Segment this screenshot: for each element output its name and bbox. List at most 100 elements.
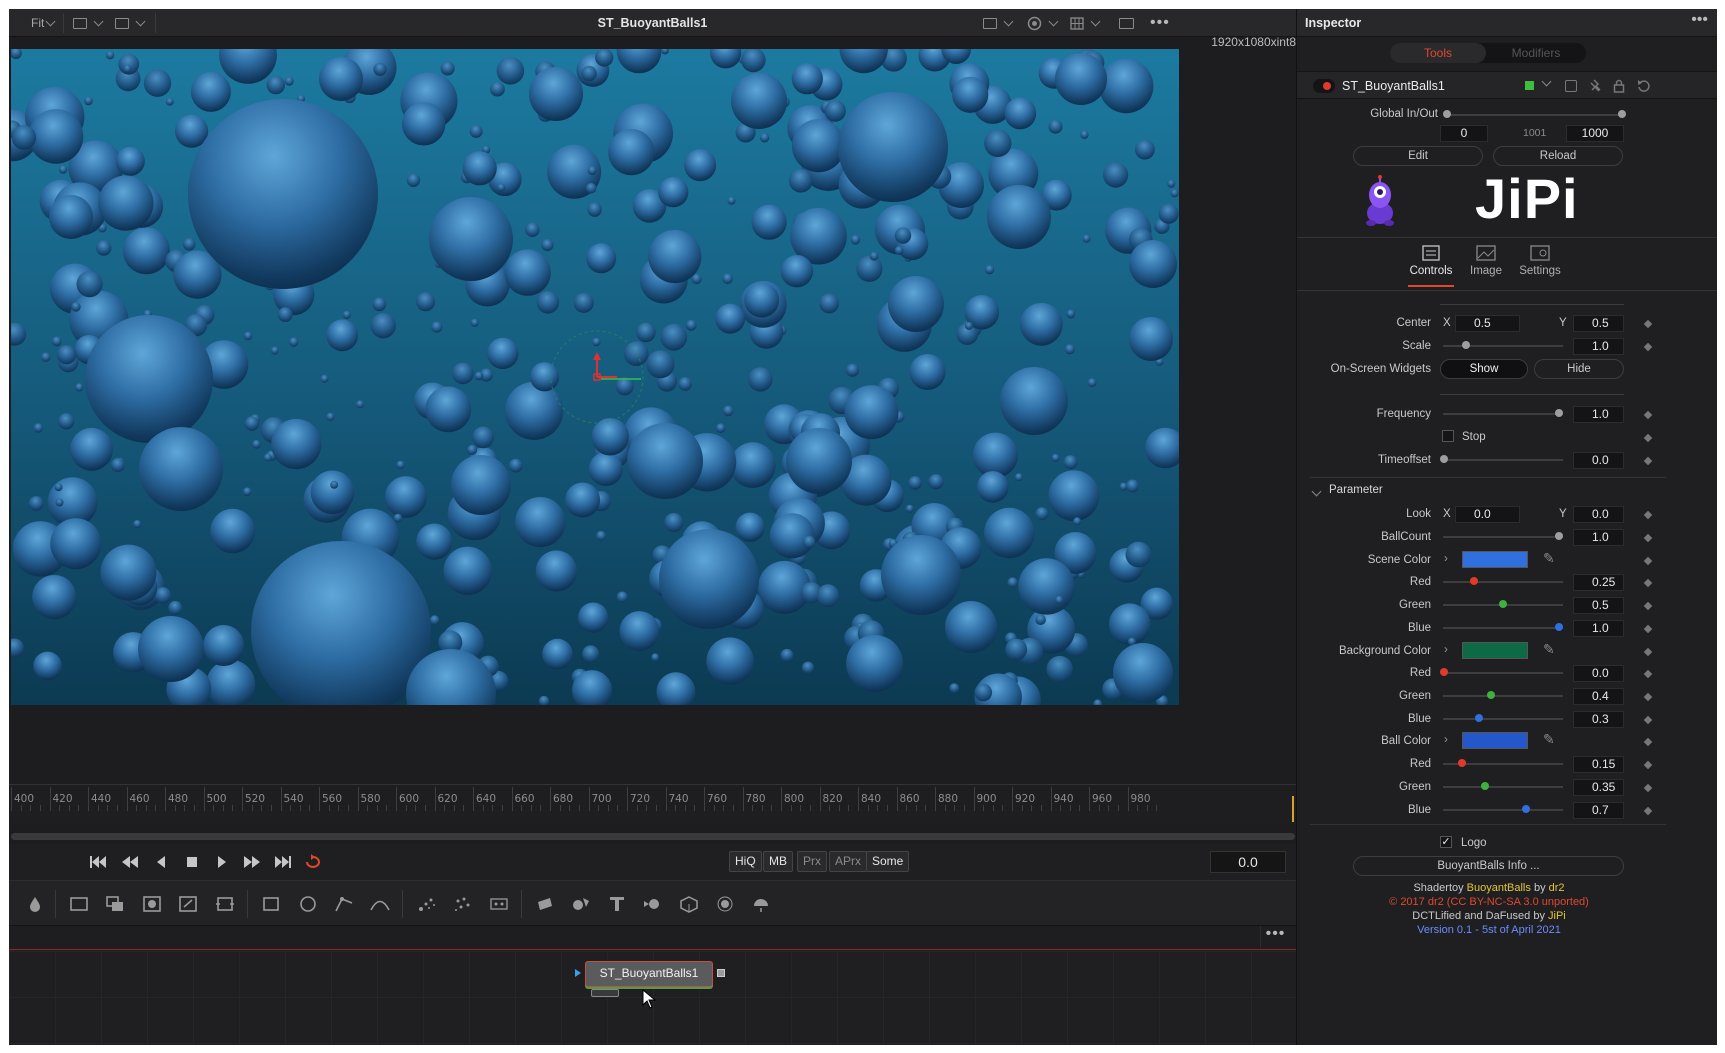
bspline-mask-icon[interactable] xyxy=(370,895,390,913)
keyframe-button[interactable] xyxy=(1643,578,1653,588)
ballcount-slider-knob[interactable] xyxy=(1555,532,1563,540)
eyedropper-icon[interactable]: ✎ xyxy=(1543,731,1555,748)
center-y-field[interactable]: 0.5 xyxy=(1573,315,1624,332)
hiq-toggle[interactable]: HiQ xyxy=(729,851,762,872)
tab-modifiers[interactable]: Modifiers xyxy=(1488,43,1584,63)
light3d-icon[interactable] xyxy=(715,895,735,913)
particle-merge-icon[interactable] xyxy=(489,895,509,913)
color-dropdown[interactable] xyxy=(1027,9,1059,37)
text3d-icon[interactable] xyxy=(607,895,627,913)
footer-shader-link[interactable]: BuoyantBalls xyxy=(1467,882,1531,894)
logo-checkbox[interactable]: ✓ xyxy=(1440,836,1452,848)
eyedropper-icon[interactable]: ✎ xyxy=(1543,641,1555,658)
time-ruler[interactable]: 400 420 440 460 480 500 520 540 560 580 600 620 640 6… xyxy=(9,784,1296,824)
scale-slider[interactable] xyxy=(1443,345,1563,347)
view-mode-dropdown[interactable] xyxy=(115,9,146,37)
frequency-slider[interactable] xyxy=(1443,413,1563,415)
playhead[interactable] xyxy=(1292,796,1294,822)
paint-drop-icon[interactable] xyxy=(25,895,45,913)
global-out-handle[interactable] xyxy=(1618,110,1626,118)
go-to-start-icon[interactable] xyxy=(89,854,107,870)
node-mask-input[interactable] xyxy=(591,989,619,997)
tab-settings[interactable]: Settings xyxy=(1513,241,1567,277)
eyedropper-icon[interactable]: ✎ xyxy=(1543,550,1555,567)
keyframe-button[interactable] xyxy=(1643,601,1653,611)
scale-slider-knob[interactable] xyxy=(1462,341,1470,349)
ball-green-knob[interactable] xyxy=(1481,782,1489,790)
bg-red-slider[interactable] xyxy=(1443,672,1563,674)
scene-blue-slider[interactable] xyxy=(1443,627,1563,629)
fullscreen-button[interactable] xyxy=(1119,9,1134,37)
background-icon[interactable] xyxy=(69,895,89,913)
ball-green-slider[interactable] xyxy=(1443,786,1563,788)
shape3d-icon[interactable] xyxy=(535,895,555,913)
ball-red-field[interactable]: 0.15 xyxy=(1573,756,1624,773)
chevron-right-icon[interactable]: › xyxy=(1444,553,1448,565)
bg-green-slider[interactable] xyxy=(1443,695,1563,697)
timeoffset-slider-knob[interactable] xyxy=(1440,455,1448,463)
frequency-field[interactable]: 1.0 xyxy=(1573,406,1624,423)
fit-dropdown[interactable]: Fit xyxy=(31,9,56,37)
particle-render-icon[interactable] xyxy=(453,895,473,913)
ballcount-slider[interactable] xyxy=(1443,536,1563,538)
reset-icon[interactable] xyxy=(1637,79,1651,93)
viewer-image[interactable] xyxy=(11,49,1296,777)
ellipse-mask-icon[interactable] xyxy=(298,895,318,913)
fast-forward-icon[interactable] xyxy=(243,854,261,870)
bg-green-knob[interactable] xyxy=(1487,691,1495,699)
play-icon[interactable] xyxy=(216,854,228,870)
keyframe-button[interactable] xyxy=(1643,319,1653,329)
scale-field[interactable]: 1.0 xyxy=(1573,338,1624,355)
keyframe-button[interactable] xyxy=(1643,624,1653,634)
viewer-options-menu[interactable]: ••• xyxy=(1150,9,1170,37)
global-in-field[interactable]: 0 xyxy=(1440,125,1488,142)
global-in-handle[interactable] xyxy=(1443,110,1451,118)
hide-widgets-button[interactable]: Hide xyxy=(1534,359,1624,379)
global-inout-slider[interactable] xyxy=(1447,114,1621,116)
scene-green-knob[interactable] xyxy=(1499,600,1507,608)
loop-icon[interactable] xyxy=(303,854,323,870)
rectangle-mask-icon[interactable] xyxy=(261,895,281,913)
timeoffset-slider[interactable] xyxy=(1443,459,1563,461)
stop-checkbox[interactable] xyxy=(1442,430,1454,442)
tab-tools[interactable]: Tools xyxy=(1390,43,1486,63)
keyframe-button[interactable] xyxy=(1643,692,1653,702)
grid-dropdown[interactable] xyxy=(1070,9,1101,37)
tool-color-chip[interactable] xyxy=(1525,81,1534,90)
keyframe-button[interactable] xyxy=(1643,510,1653,520)
node-graph[interactable]: ST_BuoyantBalls1 xyxy=(9,951,1296,1045)
lock-icon[interactable] xyxy=(1613,79,1625,93)
scene-red-field[interactable]: 0.25 xyxy=(1573,574,1624,591)
roi-dropdown[interactable] xyxy=(983,9,1014,37)
keyframe-button[interactable] xyxy=(1643,737,1653,747)
info-button[interactable]: BuoyantBalls Info ... xyxy=(1353,856,1624,876)
keyframe-button[interactable] xyxy=(1643,533,1653,543)
keyframe-button[interactable] xyxy=(1643,669,1653,679)
merge3d-icon[interactable] xyxy=(571,895,591,913)
view-layout-dropdown[interactable] xyxy=(73,9,104,37)
center-x-field[interactable]: 0.5 xyxy=(1455,315,1520,332)
timeline-scrollbar[interactable] xyxy=(11,833,1295,840)
bg-blue-knob[interactable] xyxy=(1475,714,1483,722)
tab-controls[interactable]: Controls xyxy=(1404,241,1458,287)
ball-color-swatch[interactable] xyxy=(1462,732,1528,749)
look-x-field[interactable]: 0.0 xyxy=(1455,506,1520,523)
bg-red-knob[interactable] xyxy=(1440,668,1448,676)
ball-blue-slider[interactable] xyxy=(1443,809,1563,811)
keyframe-button[interactable] xyxy=(1643,556,1653,566)
keyframe-button[interactable] xyxy=(1643,410,1653,420)
mask-icon[interactable] xyxy=(142,895,162,913)
rewind-icon[interactable] xyxy=(121,854,139,870)
scene-green-field[interactable]: 0.5 xyxy=(1573,597,1624,614)
ball-red-knob[interactable] xyxy=(1458,759,1466,767)
node-input-arrow[interactable] xyxy=(575,969,581,977)
motion-blur-toggle[interactable]: MB xyxy=(763,851,793,872)
keyframe-button[interactable] xyxy=(1643,760,1653,770)
look-y-field[interactable]: 0.0 xyxy=(1573,506,1624,523)
keyframe-button[interactable] xyxy=(1643,783,1653,793)
keyframe-button[interactable] xyxy=(1643,456,1653,466)
ball-blue-knob[interactable] xyxy=(1522,805,1530,813)
tab-image[interactable]: Image xyxy=(1459,241,1513,277)
keyframe-button[interactable] xyxy=(1643,647,1653,657)
go-to-end-icon[interactable] xyxy=(274,854,292,870)
